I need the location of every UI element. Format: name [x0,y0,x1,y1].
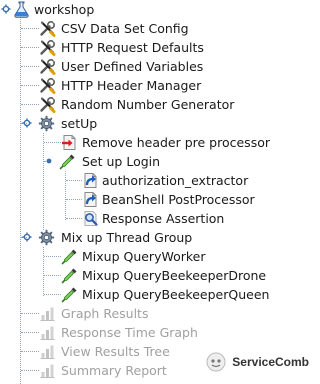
watermark-text: ServiceComb [232,355,309,369]
tree-node-authorization-extractor[interactable]: authorization_extractor [0,171,319,190]
wrench-screwdriver-icon [39,96,56,113]
tree-node-response-assertion[interactable]: Response Assertion [0,209,319,228]
tree-node-set-up-login[interactable]: Set up Login [0,152,319,171]
pipette-sampler-icon [61,248,78,265]
tree-node-setup[interactable]: setUp [0,114,319,133]
wrench-screwdriver-icon [39,77,56,94]
tree-node-mixup-querybeekeeperdrone[interactable]: Mixup QueryBeekeeperDrone [0,266,319,285]
chart-icon [39,343,56,360]
gear-icon [38,229,55,246]
node-label: Mixup QueryBeekeeperQueen [82,287,270,302]
tree-node-random-number-generator[interactable]: Random Number Generator [0,95,319,114]
node-label: Response Assertion [102,211,225,226]
node-label: Graph Results [61,306,149,321]
node-label: BeanShell PostProcessor [102,192,255,207]
tree-node-http-request-defaults[interactable]: HTTP Request Defaults [0,38,319,57]
node-label: Remove header pre processor [82,135,270,150]
tree-node-response-time-graph[interactable]: Response Time Graph [0,323,319,342]
tree-node-remove-header-pre-processor[interactable]: Remove header pre processor [0,133,319,152]
expander-icon[interactable] [44,156,54,166]
tree-node-workshop[interactable]: workshop [0,0,319,19]
expander-icon[interactable] [1,4,11,14]
node-label: Mixup QueryWorker [82,249,206,264]
expander-icon[interactable] [22,118,32,128]
node-label: workshop [34,2,95,17]
chart-icon [39,324,56,341]
flask-icon [13,1,30,18]
tree-node-graph-results[interactable]: Graph Results [0,304,319,323]
expander-icon[interactable] [22,232,32,242]
chart-icon [39,305,56,322]
tree-node-user-defined-variables[interactable]: User Defined Variables [0,57,319,76]
node-label: Set up Login [82,154,161,169]
chart-icon [39,362,56,379]
tree-node-beanshell-postprocessor[interactable]: BeanShell PostProcessor [0,190,319,209]
node-label: setUp [61,116,98,131]
test-plan-tree: workshop CSV Data Set Config HTTP Reques… [0,0,319,384]
node-label: User Defined Variables [61,59,204,74]
node-label: authorization_extractor [102,173,249,188]
servicecomb-logo-icon [206,352,226,372]
magnifier-icon [82,210,99,227]
gear-icon [38,115,55,132]
watermark: ServiceComb [206,350,309,374]
node-label: HTTP Request Defaults [61,40,204,55]
tree-node-mixup-querybeekeeperqueen[interactable]: Mixup QueryBeekeeperQueen [0,285,319,304]
node-label: HTTP Header Manager [61,78,202,93]
tree-node-mix-up-thread-group[interactable]: Mix up Thread Group [0,228,319,247]
node-label: Mix up Thread Group [61,230,193,245]
node-label: CSV Data Set Config [61,21,189,36]
preprocessor-icon [61,134,78,151]
node-label: Random Number Generator [61,97,235,112]
node-label: Mixup QueryBeekeeperDrone [82,268,267,283]
pipette-sampler-icon [61,286,78,303]
node-label: Summary Report [61,363,167,378]
wrench-screwdriver-icon [39,58,56,75]
wrench-screwdriver-icon [39,20,56,37]
pipette-sampler-icon [59,153,76,170]
tree-node-mixup-queryworker[interactable]: Mixup QueryWorker [0,247,319,266]
tree-node-csv-data-set-config[interactable]: CSV Data Set Config [0,19,319,38]
node-label: Response Time Graph [61,325,198,340]
node-label: View Results Tree [61,344,170,359]
postprocessor-arrow-icon [82,191,99,208]
wrench-screwdriver-icon [39,39,56,56]
pipette-sampler-icon [61,267,78,284]
postprocessor-arrow-icon [82,172,99,189]
tree-node-http-header-manager[interactable]: HTTP Header Manager [0,76,319,95]
